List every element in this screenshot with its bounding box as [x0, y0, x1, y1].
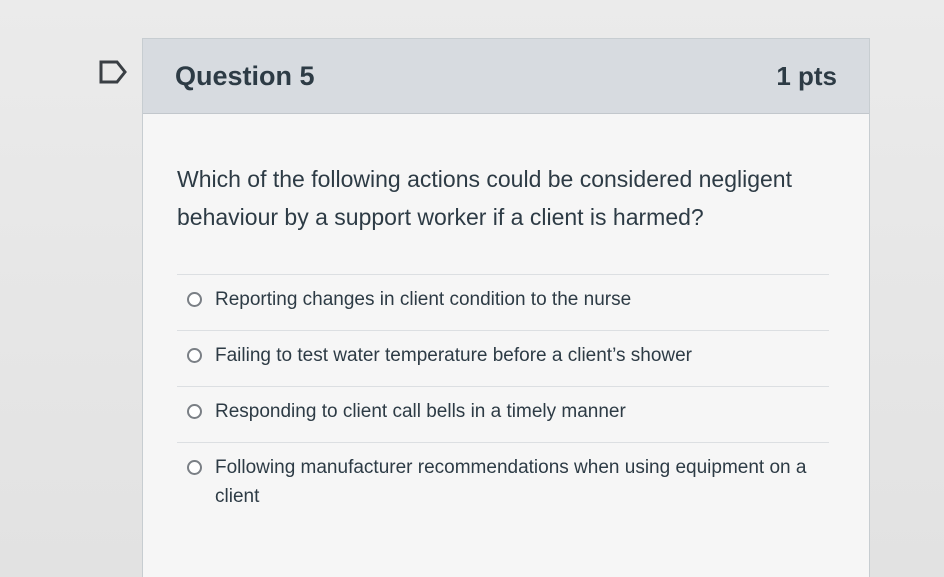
answer-option[interactable]: Reporting changes in client condition to… — [177, 275, 829, 331]
answer-label: Responding to client call bells in a tim… — [215, 401, 626, 422]
radio-button[interactable] — [187, 348, 202, 363]
radio-button[interactable] — [187, 404, 202, 419]
question-header: Question 5 1 pts — [143, 39, 869, 114]
answer-option[interactable]: Failing to test water temperature before… — [177, 331, 829, 387]
question-card: Question 5 1 pts Which of the following … — [142, 38, 870, 577]
question-title: Question 5 — [175, 60, 315, 91]
radio-button[interactable] — [187, 460, 202, 475]
answer-label: Following manufacturer recommendations w… — [215, 457, 807, 507]
answer-label: Failing to test water temperature before… — [215, 345, 692, 366]
question-points: 1 pts — [776, 60, 837, 91]
answer-option[interactable]: Following manufacturer recommendations w… — [177, 443, 829, 527]
answer-label: Reporting changes in client condition to… — [215, 289, 632, 310]
answer-option[interactable]: Responding to client call bells in a tim… — [177, 387, 829, 443]
question-text: Which of the following actions could be … — [177, 166, 792, 230]
question-body: Which of the following actions could be … — [143, 114, 869, 527]
flag-question-icon[interactable] — [98, 59, 128, 85]
radio-button[interactable] — [187, 292, 202, 307]
answer-list: Reporting changes in client condition to… — [177, 274, 829, 527]
